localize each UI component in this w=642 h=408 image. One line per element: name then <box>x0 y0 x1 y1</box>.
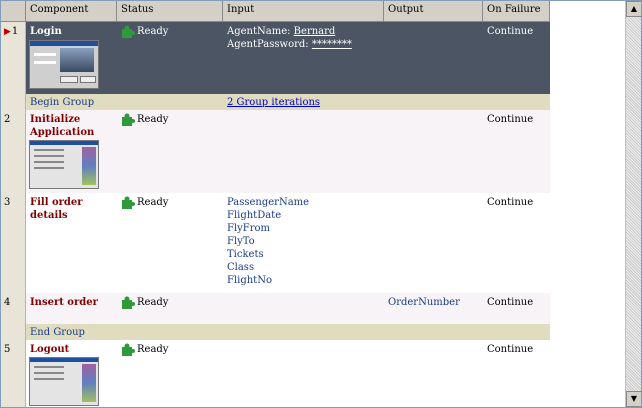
output-cell[interactable] <box>384 22 483 28</box>
on-failure-cell[interactable]: Continue <box>483 293 550 312</box>
input-param: Class <box>227 262 255 273</box>
input-cell[interactable] <box>223 340 384 346</box>
input-param: FlightNo <box>227 275 272 286</box>
component-snapshot-thumbnail[interactable] <box>29 140 99 189</box>
row-number[interactable]: 5 <box>1 340 26 407</box>
status-text: Ready <box>137 26 169 37</box>
component-name: Insert order <box>30 297 98 308</box>
group-end-row[interactable]: End Group <box>26 324 550 340</box>
header-corner <box>1 1 26 22</box>
scroll-up-button[interactable]: ▲ <box>626 1 641 17</box>
output-cell[interactable]: OrderNumber <box>384 293 483 312</box>
component-ready-icon <box>122 296 135 309</box>
component-ready-icon <box>122 196 135 209</box>
status-cell: Ready <box>117 22 223 42</box>
status-text: Ready <box>137 197 169 208</box>
component-name: Login <box>30 26 62 37</box>
input-param: PassengerName <box>227 197 310 208</box>
component-ready-icon <box>122 113 135 126</box>
table-row[interactable]: Fill order details Ready PassengerName F… <box>26 193 550 293</box>
component-name: Fill order details <box>30 197 83 221</box>
table-row[interactable]: Login Ready AgentName: Bernard AgentPass… <box>26 22 550 94</box>
arrow-down-icon: ▼ <box>630 394 638 403</box>
component-cell: Initialize Application <box>26 110 117 142</box>
input-param: Tickets <box>227 249 264 260</box>
component-snapshot-thumbnail[interactable] <box>29 357 99 406</box>
input-param-value[interactable]: ******** <box>312 39 352 50</box>
output-cell[interactable] <box>384 110 483 116</box>
row-number[interactable]: 4 <box>1 293 26 324</box>
arrow-up-icon: ▲ <box>630 4 638 13</box>
on-failure-cell[interactable]: Continue <box>483 110 550 129</box>
input-cell[interactable]: PassengerName FlightDate FlyFrom FlyTo T… <box>223 193 384 290</box>
status-text: Ready <box>137 297 169 308</box>
input-param-label: AgentPassword: <box>227 39 312 50</box>
input-param-value[interactable]: Bernard <box>294 26 336 37</box>
scroll-down-button[interactable]: ▼ <box>626 391 641 407</box>
business-process-grid: Component Status Input Output On Failure… <box>0 0 642 408</box>
component-snapshot-thumbnail[interactable] <box>29 40 99 89</box>
output-cell[interactable] <box>384 340 483 346</box>
current-row-arrow-icon: ▶ <box>4 27 11 37</box>
on-failure-cell[interactable]: Continue <box>483 193 550 212</box>
on-failure-cell[interactable]: Continue <box>483 22 550 41</box>
component-cell: Insert order <box>26 293 117 312</box>
input-param-label: AgentName: <box>227 26 294 37</box>
table-row[interactable]: Insert order Ready OrderNumber Continue <box>26 293 550 324</box>
input-cell[interactable] <box>223 110 384 116</box>
table-row[interactable]: Logout Ready Continue <box>26 340 550 407</box>
input-cell[interactable]: AgentName: Bernard AgentPassword: ******… <box>223 22 384 54</box>
row-number[interactable]: 2 <box>1 110 26 193</box>
on-failure-cell[interactable]: Continue <box>483 340 550 359</box>
row-number[interactable]: ▶1 <box>1 22 26 94</box>
scrollbar-track[interactable] <box>626 17 641 391</box>
header-status[interactable]: Status <box>117 1 223 22</box>
component-name: Initialize Application <box>30 114 95 138</box>
row-number[interactable]: 3 <box>1 193 26 293</box>
output-cell[interactable] <box>384 193 483 199</box>
component-cell: Login <box>26 22 117 41</box>
row-number <box>1 324 26 340</box>
header-input[interactable]: Input <box>223 1 384 22</box>
status-text: Ready <box>137 344 169 355</box>
header-output[interactable]: Output <box>384 1 483 22</box>
status-text: Ready <box>137 114 169 125</box>
row-number <box>1 94 26 110</box>
status-cell: Ready <box>117 110 223 130</box>
input-param: FlyTo <box>227 236 255 247</box>
group-begin-row[interactable]: Begin Group 2 Group iterations <box>26 94 550 110</box>
input-cell[interactable] <box>223 293 384 299</box>
status-cell: Ready <box>117 340 223 360</box>
component-ready-icon <box>122 25 135 38</box>
table-row[interactable]: Initialize Application Ready Continue <box>26 110 550 193</box>
header-on-failure[interactable]: On Failure <box>483 1 550 22</box>
component-ready-icon <box>122 343 135 356</box>
input-param: FlightDate <box>227 210 282 221</box>
input-param: FlyFrom <box>227 223 271 234</box>
status-cell: Ready <box>117 293 223 313</box>
component-name: Logout <box>30 344 70 355</box>
vertical-scrollbar[interactable]: ▲ ▼ <box>625 1 641 407</box>
component-cell: Fill order details <box>26 193 117 225</box>
status-cell: Ready <box>117 193 223 213</box>
header-component[interactable]: Component <box>26 1 117 22</box>
